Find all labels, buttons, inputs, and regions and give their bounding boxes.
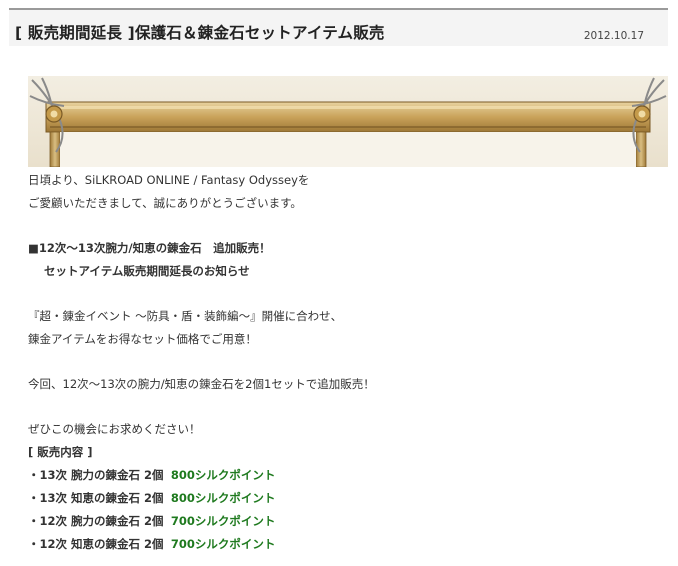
ornate-frame-image [28, 76, 668, 167]
item-price: 800シルクポイント [170, 468, 276, 482]
item-name: ・13次 知恵の錬金石 2個 [28, 491, 164, 505]
event-line-1: 『超・錬金イベント ～防具・盾・装飾編～』開催に合わせ、 [28, 309, 343, 323]
headline-line-2: セットアイテム販売期間延長のお知らせ [44, 264, 250, 278]
item-price: 700シルクポイント [170, 537, 276, 551]
article-date: 2012.10.17 [583, 30, 644, 42]
greeting-line-1: 日頃より、SiLKROAD ONLINE / Fantasy Odysseyを [28, 173, 310, 187]
ornate-frame-banner [28, 76, 668, 167]
article-header: [ 販売期間延長 ]保護石＆錬金石セットアイテム販売 2012.10.17 [9, 8, 668, 46]
greeting-line-2: ご愛顧いただきまして、誠にありがとうございます。 [28, 196, 302, 210]
article-title: [ 販売期間延長 ]保護石＆錬金石セットアイテム販売 [15, 24, 385, 42]
list-item: ・13次 知恵の錬金石 2個 800シルクポイント [28, 490, 275, 506]
item-name: ・12次 知恵の錬金石 2個 [28, 537, 164, 551]
item-price: 700シルクポイント [170, 514, 276, 528]
headline-line-1: ■12次～13次腕力/知恵の錬金石 追加販売！ [28, 241, 271, 255]
item-name: ・12次 腕力の錬金石 2個 [28, 514, 164, 528]
list-item: ・13次 腕力の錬金石 2個 800シルクポイント [28, 467, 275, 483]
item-name: ・13次 腕力の錬金石 2個 [28, 468, 164, 482]
closing-line: ぜひこの機会にお求めください！ [28, 422, 201, 436]
section-label: [ 販売内容 ] [28, 445, 93, 459]
event-line-2: 錬金アイテムをお得なセット価格でご用意！ [28, 332, 257, 346]
list-item: ・12次 知恵の錬金石 2個 700シルクポイント [28, 536, 275, 552]
notice-line: 今回、12次～13次の腕力/知恵の錬金石を2個1セットで追加販売！ [28, 377, 375, 391]
list-item: ・12次 腕力の錬金石 2個 700シルクポイント [28, 513, 275, 529]
item-price: 800シルクポイント [170, 491, 276, 505]
